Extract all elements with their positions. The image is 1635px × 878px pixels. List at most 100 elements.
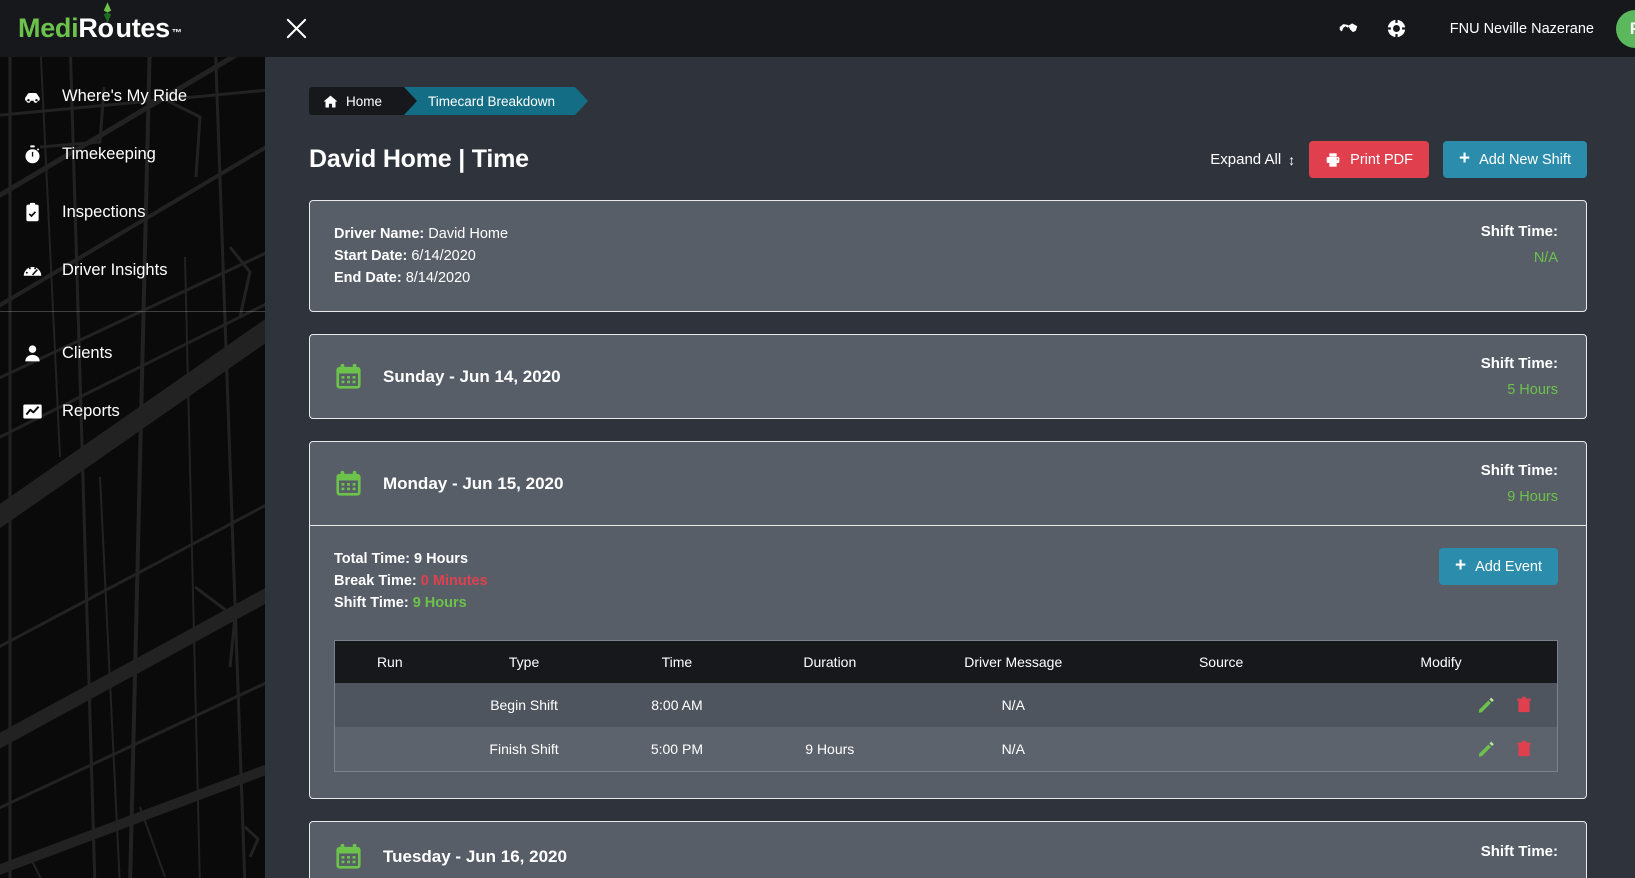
print-pdf-label: Print PDF — [1350, 151, 1413, 168]
day-detail: Total Time: 9 Hours Break Time: 0 Minute… — [310, 525, 1586, 798]
cell-type: Finish Shift — [489, 741, 559, 757]
table-row: Begin Shift 8:00 AM N/A — [334, 683, 1558, 727]
cell-driver-message: N/A — [1001, 697, 1025, 713]
pencil-icon[interactable] — [1477, 740, 1495, 758]
sidebar-nav: Where's My Ride Timekeeping Inspections — [0, 57, 265, 440]
cell-time: 5:00 PM — [650, 741, 703, 757]
day-header[interactable]: Sunday - Jun 14, 2020 Shift Time: 5 Hour… — [310, 335, 1586, 418]
day-title: Tuesday - Jun 16, 2020 — [383, 846, 567, 866]
day-shift-time: Shift Time: 9 Hours — [1481, 462, 1558, 505]
day-card-monday: Monday - Jun 15, 2020 Shift Time: 9 Hour… — [309, 441, 1587, 799]
calendar-icon — [336, 843, 361, 869]
life-ring-icon[interactable] — [1380, 12, 1414, 46]
detail-shift-time-value: 9 Hours — [412, 595, 467, 611]
stopwatch-icon — [22, 144, 52, 165]
day-title: Sunday - Jun 14, 2020 — [383, 366, 561, 386]
day-shift-time-value: 5 Hours — [1507, 382, 1558, 398]
body-row: Where's My Ride Timekeeping Inspections — [0, 57, 1635, 878]
add-new-shift-label: Add New Shift — [1479, 151, 1571, 168]
day-card-sunday: Sunday - Jun 14, 2020 Shift Time: 5 Hour… — [309, 334, 1587, 419]
day-header[interactable]: Monday - Jun 15, 2020 Shift Time: 9 Hour… — [310, 442, 1586, 525]
cell-type: Begin Shift — [490, 697, 558, 713]
day-shift-time-label: Shift Time: — [1480, 355, 1558, 372]
page-title: David Home | Time — [309, 145, 529, 173]
events-table: Run Type Time Duration Driver Message So… — [334, 640, 1558, 772]
brand-logo[interactable]: Medi Ro utes ™ — [0, 0, 265, 57]
add-new-shift-button[interactable]: + Add New Shift — [1443, 141, 1587, 178]
day-shift-time-label: Shift Time: — [1480, 462, 1558, 479]
tachometer-icon — [22, 260, 52, 281]
column-header-time: Time — [603, 640, 751, 683]
chart-line-icon — [22, 401, 52, 422]
day-header[interactable]: Tuesday - Jun 16, 2020 Shift Time: — [310, 822, 1586, 878]
sidebar-item-clients[interactable]: Clients — [0, 324, 265, 382]
close-icon[interactable] — [279, 12, 313, 46]
shift-time-label: Shift Time: — [1480, 223, 1558, 240]
printer-icon — [1326, 152, 1340, 167]
breadcrumb: Home Timecard Breakdown — [309, 87, 1587, 115]
sidebar-item-timekeeping[interactable]: Timekeeping — [0, 125, 265, 183]
clipboard-check-icon — [22, 202, 52, 223]
handshake-icon[interactable] — [1332, 12, 1366, 46]
cell-run — [335, 727, 445, 772]
table-row: Finish Shift 5:00 PM 9 Hours N/A — [334, 727, 1558, 772]
handshake-glyph — [1339, 23, 1358, 33]
driver-name-label: Driver Name: — [334, 226, 425, 242]
end-date-label: End Date: — [334, 270, 402, 286]
column-header-source: Source — [1117, 640, 1326, 683]
car-side-icon — [22, 86, 52, 107]
sidebar-item-inspections[interactable]: Inspections — [0, 183, 265, 241]
column-header-run: Run — [334, 640, 445, 683]
day-shift-time-value: 9 Hours — [1507, 489, 1558, 505]
title-row: David Home | Time Expand All ↕ Print PDF… — [309, 141, 1587, 178]
sidebar-item-label: Where's My Ride — [62, 86, 188, 105]
cell-modify — [1325, 683, 1557, 727]
cell-run — [335, 683, 445, 727]
driver-info-shift-time: Shift Time: N/A — [1481, 223, 1558, 289]
day-shift-time: Shift Time: 5 Hours — [1481, 355, 1558, 398]
topbar-right-group: FNU Neville Nazerane F — [1318, 0, 1635, 57]
driver-info-card: Driver Name: David Home Start Date: 6/14… — [309, 200, 1587, 312]
total-time-value: 9 Hours — [414, 551, 469, 567]
break-time-row: Break Time: 0 Minutes — [334, 570, 488, 592]
print-pdf-button[interactable]: Print PDF — [1309, 141, 1429, 178]
total-time-label: Total Time: — [334, 551, 410, 567]
add-event-label: Add Event — [1475, 558, 1542, 575]
sidebar-item-reports[interactable]: Reports — [0, 382, 265, 440]
add-event-button[interactable]: + Add Event — [1438, 548, 1558, 585]
plus-icon: + — [1459, 148, 1471, 169]
pencil-icon[interactable] — [1477, 696, 1495, 714]
title-actions: Expand All ↕ Print PDF + Add New Shift — [1210, 141, 1587, 178]
trash-icon[interactable] — [1515, 740, 1533, 758]
day-detail-top: Total Time: 9 Hours Break Time: 0 Minute… — [334, 548, 1558, 614]
modify-actions — [1335, 696, 1547, 714]
close-glyph — [286, 18, 306, 39]
compass-icon — [103, 2, 111, 23]
brand-o-compass: o — [98, 2, 116, 44]
start-date-value: 6/14/2020 — [411, 248, 476, 264]
calendar-icon — [336, 363, 361, 389]
brand-utes: utes — [115, 13, 171, 43]
avatar[interactable]: F — [1616, 9, 1635, 48]
breadcrumb-home[interactable]: Home — [309, 87, 418, 115]
sidebar-item-wheres-my-ride[interactable]: Where's My Ride — [0, 67, 265, 125]
brand-r: R — [78, 13, 98, 43]
day-card-tuesday: Tuesday - Jun 16, 2020 Shift Time: — [309, 821, 1587, 878]
sidebar-item-driver-insights[interactable]: Driver Insights — [0, 241, 265, 299]
driver-name-row: Driver Name: David Home — [334, 223, 508, 245]
trash-icon[interactable] — [1515, 696, 1533, 714]
events-table-head: Run Type Time Duration Driver Message So… — [334, 640, 1558, 683]
brand-trademark: ™ — [171, 28, 182, 39]
day-header-left: Sunday - Jun 14, 2020 — [334, 362, 561, 391]
end-date-value: 8/14/2020 — [405, 270, 471, 286]
expand-all-toggle[interactable]: Expand All ↕ — [1210, 151, 1295, 168]
breadcrumb-current[interactable]: Timecard Breakdown — [404, 87, 589, 115]
driver-info-lines: Driver Name: David Home Start Date: 6/14… — [334, 223, 508, 289]
column-header-modify: Modify — [1325, 640, 1558, 683]
main-content: Home Timecard Breakdown David Home | Tim… — [265, 57, 1635, 878]
user-name[interactable]: FNU Neville Nazerane — [1450, 21, 1594, 37]
plus-icon: + — [1454, 555, 1467, 576]
day-shift-time: Shift Time: — [1481, 843, 1558, 870]
break-time-value: 0 Minutes — [420, 573, 488, 589]
day-shift-time-label: Shift Time: — [1480, 843, 1558, 860]
